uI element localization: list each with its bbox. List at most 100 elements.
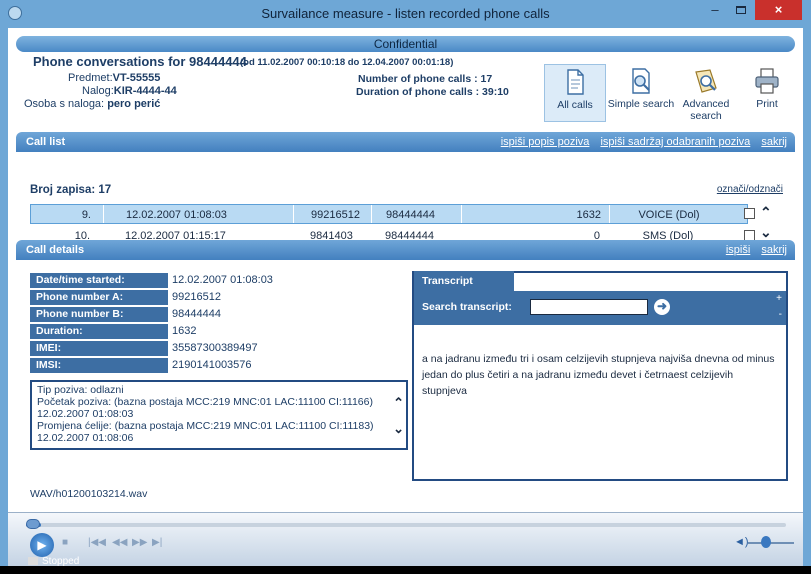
status-text: Stopped (42, 556, 80, 567)
row-checkbox[interactable] (744, 208, 755, 219)
print-label: Print (756, 98, 778, 110)
transcript-text: a na jadranu između tri i osam celzijevi… (422, 353, 775, 397)
status-icon (28, 557, 38, 565)
volume-slider[interactable] (748, 542, 794, 544)
imei-label: IMEI: (30, 341, 168, 356)
title-bar: Survailance measure - listen recorded ph… (0, 0, 811, 28)
volume-handle[interactable] (761, 536, 771, 548)
row-duration: 1632 (576, 209, 601, 221)
record-count-label: Broj zapisa: (30, 184, 96, 196)
row-number-a: 99216512 (311, 209, 360, 221)
event-line: 12.02.2007 01:08:06 (37, 432, 134, 444)
transcript-tab[interactable]: Transcript (414, 271, 514, 291)
search-go-icon[interactable]: ➜ (654, 299, 670, 315)
fast-forward-icon[interactable]: ▶▶ (132, 537, 147, 548)
imsi-value: 2190141003576 (172, 359, 252, 371)
call-details-title: Call details (26, 244, 85, 256)
confidential-banner: Confidential (16, 36, 795, 52)
nalog-row: Nalog:KIR-4444-44 (82, 85, 177, 97)
call-details-links: ispiši sakrij (718, 240, 787, 260)
table-row[interactable]: 9. 12.02.2007 01:08:03 99216512 98444444… (30, 204, 748, 224)
transcript-panel: Transcript Search transcript: ➜ + - a na… (412, 271, 788, 481)
row-datetime: 12.02.2007 01:08:03 (126, 209, 227, 221)
minimize-button[interactable]: – (702, 0, 728, 20)
row-type: VOICE (Dol) (638, 209, 700, 221)
target-number: 98444444 (189, 54, 247, 69)
close-button[interactable]: × (755, 0, 802, 20)
simple-search-button[interactable]: Simple search (607, 64, 675, 122)
document-icon (560, 67, 590, 97)
date-range: (od 11.02.2007 00:10:18 do 12.04.2007 00… (240, 57, 454, 68)
advanced-search-button[interactable]: Advanced search (676, 64, 736, 122)
hide-details-link[interactable]: sakrij (761, 244, 787, 256)
scroll-up-icon[interactable]: ⌃ (760, 204, 772, 221)
event-line: 12.02.2007 01:08:03 (37, 408, 134, 420)
audio-file-name[interactable]: WAV/h01200103214.wav (30, 488, 147, 500)
calls-duration-row: Duration of phone calls : 39:10 (356, 86, 509, 98)
maximize-icon (736, 6, 746, 14)
window-title: Survailance measure - listen recorded ph… (261, 6, 550, 21)
seek-handle[interactable] (26, 519, 40, 529)
search-document-icon (626, 66, 656, 96)
all-calls-button[interactable]: All calls (544, 64, 606, 122)
event-line: Početak poziva: (bazna postaja MCC:219 M… (37, 396, 373, 408)
predmet-label: Predmet: (68, 72, 113, 84)
next-icon[interactable]: ▶| (152, 537, 162, 548)
play-button[interactable]: ▶ (30, 533, 54, 557)
advanced-search-label: Advanced search (682, 98, 730, 122)
print-selected-calls-link[interactable]: ispiši sadržaj odabranih poziva (600, 136, 750, 148)
transcript-search-input[interactable] (530, 299, 648, 315)
expand-icon[interactable]: + (776, 293, 782, 304)
nalog-label: Nalog: (82, 85, 114, 97)
duration-label: Duration: (30, 324, 168, 339)
previous-icon[interactable]: |◀◀ (88, 537, 106, 548)
chevron-down-icon[interactable]: ⌄ (393, 416, 404, 442)
osoba-value: pero perić (107, 98, 161, 110)
phone-number-a-label: Phone number A: (30, 290, 168, 305)
osoba-row: Osoba s naloga: pero perić (24, 98, 160, 110)
phone-number-b-label: Phone number B: (30, 307, 168, 322)
predmet-row: Predmet:VT-55555 (68, 72, 160, 84)
date-time-started-label: Date/time started: (30, 273, 168, 288)
window-client: Confidential Phone conversations for 984… (8, 28, 803, 566)
calls-count-row: Number of phone calls : 17 (358, 73, 492, 85)
simple-search-label: Simple search (607, 98, 675, 110)
print-call-list-link[interactable]: ispiši popis poziva (501, 136, 590, 148)
status-bar (0, 566, 811, 574)
hide-call-list-link[interactable]: sakrij (761, 136, 787, 148)
conversation-title-prefix: Phone conversations for (33, 54, 186, 69)
advanced-search-icon (691, 66, 721, 96)
chevron-up-icon[interactable]: ⌃ (393, 390, 404, 416)
osoba-label: Osoba s naloga: (24, 98, 105, 110)
column-divider (103, 205, 104, 223)
select-toggle-link[interactable]: označi/odznači (717, 184, 783, 195)
call-list-header: Call list ispiši popis poziva ispiši sad… (16, 132, 795, 152)
calls-duration-value: 39:10 (482, 86, 509, 98)
call-list-links: ispiši popis poziva ispiši sadržaj odabr… (493, 132, 787, 152)
transcript-search-bar: Search transcript: ➜ + - (414, 291, 786, 325)
column-divider (461, 205, 462, 223)
calls-duration-label: Duration of phone calls : (356, 86, 480, 98)
imei-value: 35587300389497 (172, 342, 258, 354)
collapse-icon[interactable]: - (779, 309, 782, 320)
stop-icon[interactable]: ■ (62, 537, 68, 548)
rewind-icon[interactable]: ◀◀ (112, 537, 127, 548)
calls-count-label: Number of phone calls : (358, 73, 478, 85)
maximize-button[interactable] (728, 0, 754, 20)
event-line: Tip poziva: odlazni (37, 384, 124, 396)
seek-bar[interactable] (26, 523, 786, 527)
column-divider (609, 205, 610, 223)
print-details-link[interactable]: ispiši (726, 244, 750, 256)
imsi-label: IMSI: (30, 358, 168, 373)
scroll-down-icon[interactable]: ⌄ (760, 224, 772, 241)
column-divider (293, 205, 294, 223)
row-number: 9. (81, 209, 91, 221)
printer-icon (752, 66, 782, 96)
print-button[interactable]: Print (740, 64, 794, 122)
events-scroll-arrows[interactable]: ⌃ ⌄ (393, 390, 404, 442)
volume-icon[interactable]: ◄) (734, 536, 749, 548)
call-events-box[interactable]: Tip poziva: odlazni Početak poziva: (baz… (30, 380, 408, 450)
date-time-started-value: 12.02.2007 01:08:03 (172, 274, 273, 286)
phone-number-a-value: 99216512 (172, 291, 221, 303)
column-divider (371, 205, 372, 223)
